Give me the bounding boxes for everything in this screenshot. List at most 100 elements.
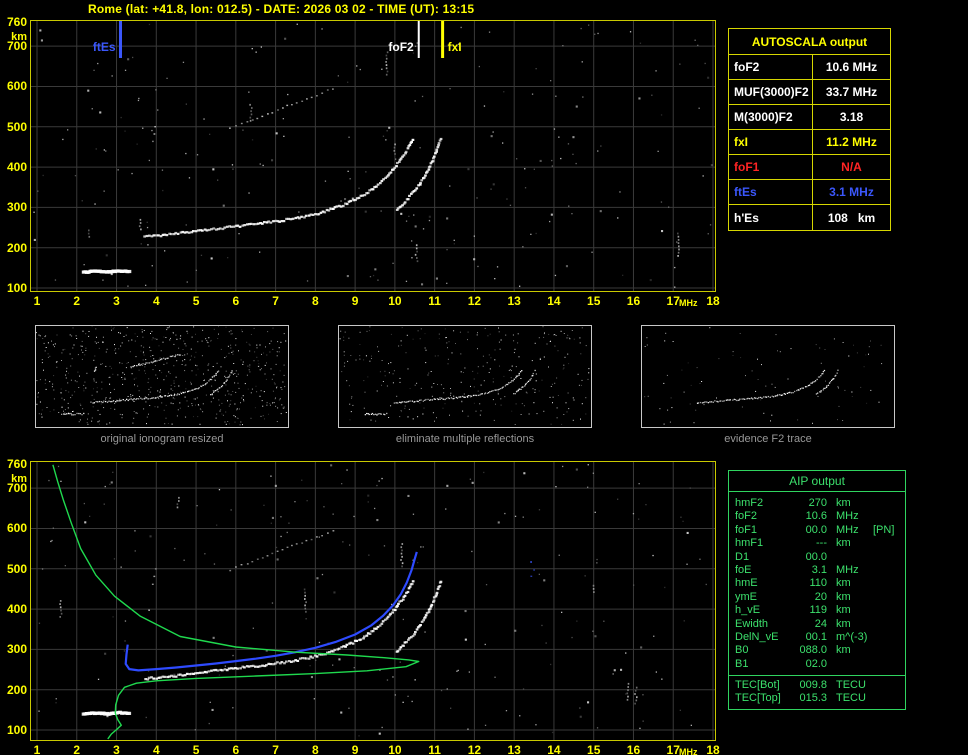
- x-axis-tick-label: 12: [467, 743, 482, 755]
- autoscala-output-table: AUTOSCALA output foF2 10.6 MHz MUF(3000)F2…: [728, 28, 891, 231]
- aip-extra: [873, 679, 899, 692]
- series-multiple-reflection: [229, 530, 335, 572]
- aip-label: hmE: [735, 577, 758, 590]
- aip-output-table: AIP output hmF2 270 km foF2 10.6 MHz foF1 00.0 M…: [728, 470, 906, 710]
- parameter-value: 3.1 MHz: [829, 185, 874, 199]
- thumbnail-original-ionogram: [35, 325, 289, 428]
- aip-label: foE: [735, 563, 752, 576]
- aip-row-hmF2: hmF2 270 km: [735, 497, 899, 510]
- thumbnail-canvas: [644, 327, 883, 425]
- parameter-label: ftEs: [729, 180, 813, 204]
- aip-row-D1: D1 00.0: [735, 551, 899, 564]
- x-axis-tick-label: 15: [587, 294, 601, 308]
- y-axis-tick-label: 100: [6, 281, 27, 295]
- parameter-value: 3.18: [839, 110, 864, 124]
- aip-label: B0: [735, 644, 749, 657]
- aip-value: 119: [809, 604, 827, 617]
- x-axis-tick-label: 16: [626, 294, 641, 308]
- y-axis-tick-label: 300: [6, 200, 27, 215]
- aip-label: B1: [735, 657, 749, 670]
- aip-extra: [873, 658, 899, 671]
- x-axis-tick-label: 12: [467, 294, 482, 308]
- parameter-label: foF2: [729, 55, 813, 79]
- x-axis-tick-label: 7: [272, 743, 279, 755]
- x-axis-tick-label: 8: [312, 294, 319, 308]
- aip-label: hmF2: [735, 497, 764, 509]
- aip-extra: [873, 537, 899, 550]
- ionogram-plot-autoscaled: [30, 461, 716, 741]
- x-axis-tick-label: 13: [507, 294, 521, 308]
- series-F-trace-extraordinary: [395, 137, 443, 211]
- aip-value: 110: [809, 577, 827, 590]
- aip-row-TEC[Bot]: TEC[Bot] 009.8 TECU: [735, 679, 899, 692]
- x-axis-tick-label: 11: [428, 294, 441, 308]
- x-axis-tick-label: 3: [113, 294, 120, 308]
- parameter-value: 108 km: [827, 210, 876, 225]
- x-axis-tick-label: 9: [351, 743, 359, 755]
- aip-row-foF1: foF1 00.0 MHz [PN]: [735, 524, 899, 537]
- y-axis-tick-label: 500: [6, 119, 27, 134]
- aip-unit: MHz: [836, 510, 859, 523]
- x-axis-tick-label: 3: [113, 743, 120, 755]
- x-axis-unit-label: MHz: [679, 747, 698, 755]
- y-axis-tick-label: 400: [6, 160, 27, 175]
- autoscala-row-ftEs: ftEs 3.1 MHz: [729, 180, 890, 205]
- aip-row-B0: B0 088.0 km: [735, 644, 899, 657]
- y-axis-tick-label: 600: [6, 521, 27, 536]
- aip-value: 015.3: [799, 692, 827, 705]
- aip-row-DelN_vE: DelN_vE 00.1 m^(-3): [735, 631, 899, 644]
- x-axis-tick-label: 10: [388, 743, 402, 755]
- y-axis-tick-label: 760: [6, 457, 27, 471]
- x-axis-tick-label: 4: [152, 294, 160, 308]
- x-axis-tick-label: 2: [73, 743, 81, 755]
- aip-label: Ewidth: [735, 617, 769, 630]
- x-axis-tick-label: 9: [351, 294, 359, 308]
- aip-unit: [827, 551, 873, 564]
- aip-extra: [873, 577, 899, 590]
- aip-row-TEC[Top]: TEC[Top] 015.3 TECU: [735, 692, 899, 705]
- aip-extra: [873, 510, 899, 523]
- x-axis-tick-label: 5: [192, 294, 200, 308]
- x-axis-tick-label: 6: [232, 294, 240, 308]
- aip-row-B1: B1 02.0: [735, 658, 899, 671]
- ionogram-plot-main: ftEs foF2 fxI: [30, 20, 716, 292]
- thumbnail-caption: eliminate multiple reflections: [395, 433, 535, 445]
- noise-speckle: [38, 464, 707, 737]
- parameter-value: 11.2 MHz: [826, 135, 877, 149]
- aip-unit: km: [836, 590, 851, 603]
- svg-text:foF2: foF2: [388, 40, 414, 54]
- x-axis-tick-label: 14: [547, 743, 561, 755]
- aip-extra: [873, 618, 899, 631]
- autoscala-row-M(3000)F2: M(3000)F2 3.18: [729, 105, 890, 130]
- aip-row-ymE: ymE 20 km: [735, 591, 899, 604]
- aip-extra: [873, 591, 899, 604]
- x-axis-tick-label: 10: [388, 294, 402, 308]
- thumbnail-evidence-f2-trace: [641, 325, 895, 428]
- aip-value: 00.0: [805, 550, 827, 563]
- plot-canvas: [30, 461, 716, 741]
- series-Es-second-echo: [152, 126, 157, 143]
- aip-label: hmF1: [735, 537, 764, 550]
- aip-row-foE: foE 3.1 MHz: [735, 564, 899, 577]
- y-axis-tick-label: 300: [6, 642, 27, 657]
- aip-label: DelN_vE: [735, 630, 779, 643]
- aip-extra: [873, 564, 899, 577]
- aip-unit: km: [836, 497, 851, 509]
- x-axis-tick-label: 14: [547, 294, 561, 308]
- thumbnail-caption: original ionogram resized: [100, 433, 224, 445]
- y-axis-unit-label: km: [11, 31, 27, 43]
- svg-text:ftEs: ftEs: [93, 40, 116, 54]
- plot-canvas: ftEs foF2 fxI: [30, 20, 716, 292]
- y-axis-tick-label: 600: [6, 79, 27, 94]
- aip-unit: km: [836, 644, 851, 657]
- x-axis-tick-label: 18: [706, 294, 720, 308]
- marker-foF2: foF2: [388, 21, 420, 58]
- aip-unit: km: [836, 617, 851, 630]
- x-axis-tick-label: 18: [706, 743, 720, 755]
- aip-unit: km: [836, 577, 851, 590]
- aip-extra: [873, 604, 899, 617]
- x-axis-tick-label: 8: [312, 743, 319, 755]
- gridlines: [31, 462, 715, 740]
- thumbnail-canvas: [339, 326, 590, 425]
- gridlines: [31, 21, 715, 291]
